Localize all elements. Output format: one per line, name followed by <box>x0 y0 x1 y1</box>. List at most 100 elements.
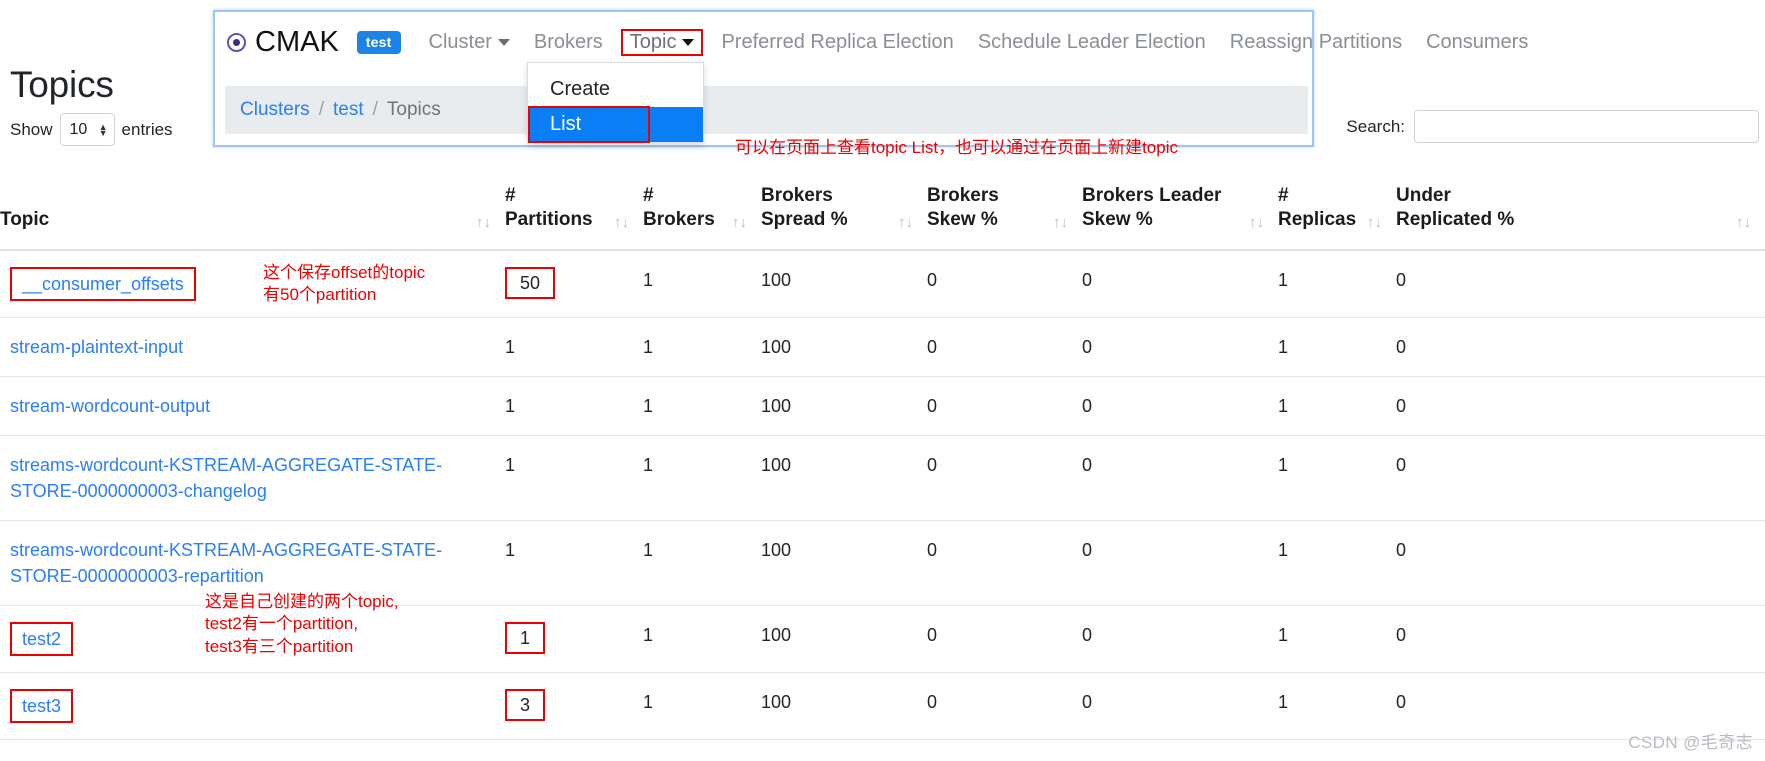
sort-icon[interactable]: ↑↓ <box>732 213 747 232</box>
sort-icon[interactable]: ↑↓ <box>1053 213 1068 232</box>
cell-partitions: 1 <box>505 376 643 436</box>
cell-brokers: 1 <box>643 672 761 741</box>
col-repl-line1: # <box>1278 185 1289 206</box>
nav-item-cluster[interactable]: Cluster <box>417 31 522 54</box>
table-row: streams-wordcount-KSTREAM-AGGREGATE-STAT… <box>0 520 1765 607</box>
cell-brokers-leader-skew: 0 <box>1082 605 1278 674</box>
breadcrumb-current: Topics <box>386 99 441 120</box>
cell-replicas: 1 <box>1278 672 1396 741</box>
col-header-topic[interactable]: Topic ↑↓ <box>0 172 505 251</box>
topic-link[interactable]: stream-wordcount-output <box>10 396 210 416</box>
breadcrumb-cluster-test[interactable]: test <box>333 99 364 121</box>
col-header-brokers-skew[interactable]: Brokers Skew % ↑↓ <box>927 172 1082 251</box>
table-row: test2 1 1 100 0 0 1 0 <box>0 605 1765 674</box>
cell-topic: stream-plaintext-input <box>0 317 505 377</box>
col-lskew-line2: Skew % <box>1082 209 1153 231</box>
table-search-control: Search: <box>1346 110 1759 143</box>
table-row: streams-wordcount-KSTREAM-AGGREGATE-STAT… <box>0 435 1765 522</box>
col-header-under-replicated[interactable]: Under Replicated % ↑↓ <box>1396 172 1765 251</box>
cell-topic: streams-wordcount-KSTREAM-AGGREGATE-STAT… <box>0 435 505 522</box>
col-spread-line1: Brokers <box>761 185 833 206</box>
col-under-line2: Replicated % <box>1396 209 1515 231</box>
cell-under-replicated: 0 <box>1396 520 1765 607</box>
dropdown-item-create[interactable]: Create <box>528 72 703 107</box>
dropdown-item-list[interactable]: List <box>528 107 703 142</box>
nav-item-reassign-partitions[interactable]: Reassign Partitions <box>1218 31 1414 54</box>
cell-brokers: 1 <box>643 520 761 607</box>
cell-under-replicated: 0 <box>1396 317 1765 377</box>
entries-label: entries <box>121 119 173 139</box>
sort-icon[interactable]: ↑↓ <box>1367 213 1382 232</box>
annotation-navbar: 可以在页面上查看topic List，也可以通过在页面上新建topic <box>735 138 1178 157</box>
cell-partitions-highlight: 1 <box>505 622 546 655</box>
topic-link[interactable]: test2 <box>10 622 74 657</box>
topic-link[interactable]: stream-plaintext-input <box>10 337 183 357</box>
col-header-brokers-leader-skew[interactable]: Brokers Leader Skew % ↑↓ <box>1082 172 1278 251</box>
cell-brokers-leader-skew: 0 <box>1082 672 1278 741</box>
navbar-items: CMAK test Cluster Brokers Topic Preferre… <box>215 12 1528 72</box>
cell-topic: __consumer_offsets <box>0 249 505 318</box>
cell-partitions: 1 <box>505 605 643 674</box>
table-row: __consumer_offsets 50 1 100 0 0 1 0 <box>0 249 1765 318</box>
cell-under-replicated: 0 <box>1396 249 1765 318</box>
cell-brokers-spread: 100 <box>761 520 927 607</box>
cell-brokers-spread: 100 <box>761 435 927 522</box>
sort-icon[interactable]: ↑↓ <box>1249 213 1264 232</box>
cell-partitions: 3 <box>505 672 643 741</box>
cluster-badge[interactable]: test <box>356 30 401 54</box>
search-input[interactable] <box>1414 110 1759 143</box>
topic-link[interactable]: streams-wordcount-KSTREAM-AGGREGATE-STAT… <box>10 540 442 586</box>
cell-brokers-leader-skew: 0 <box>1082 317 1278 377</box>
col-header-brokers[interactable]: # Brokers ↑↓ <box>643 172 761 251</box>
col-under-line1: Under <box>1396 185 1451 206</box>
page-title: Topics <box>10 64 114 105</box>
cell-under-replicated: 0 <box>1396 376 1765 436</box>
sort-icon[interactable]: ↑↓ <box>476 213 491 232</box>
breadcrumb-clusters[interactable]: Clusters <box>240 99 310 121</box>
nav-item-preferred-replica-election[interactable]: Preferred Replica Election <box>709 31 965 54</box>
col-header-replicas[interactable]: # Replicas ↑↓ <box>1278 172 1396 251</box>
sort-icon[interactable]: ↑↓ <box>614 213 629 232</box>
col-skew-line2: Skew % <box>927 209 998 231</box>
col-header-brokers-spread[interactable]: Brokers Spread % ↑↓ <box>761 172 927 251</box>
cell-brokers-leader-skew: 0 <box>1082 249 1278 318</box>
cell-partitions: 50 <box>505 249 643 318</box>
topic-link[interactable]: streams-wordcount-KSTREAM-AGGREGATE-STAT… <box>10 455 442 501</box>
cell-partitions: 1 <box>505 317 643 377</box>
table-row: test3 3 1 100 0 0 1 0 <box>0 672 1765 741</box>
cell-brokers: 1 <box>643 435 761 522</box>
cell-brokers-skew: 0 <box>927 672 1082 741</box>
brand[interactable]: CMAK <box>227 26 339 59</box>
cell-brokers-leader-skew: 0 <box>1082 520 1278 607</box>
col-skew-line1: Brokers <box>927 185 999 206</box>
cell-brokers-skew: 0 <box>927 520 1082 607</box>
topics-table-body: __consumer_offsets 50 1 100 0 0 1 0 stream-plain… <box>0 249 1765 741</box>
cell-brokers-spread: 100 <box>761 249 927 318</box>
cell-brokers-spread: 100 <box>761 376 927 436</box>
nav-item-brokers[interactable]: Brokers <box>522 31 615 54</box>
col-header-partitions[interactable]: # Partitions ↑↓ <box>505 172 643 251</box>
nav-item-consumers[interactable]: Consumers <box>1414 31 1540 54</box>
entries-select[interactable]: 10 ▲ ▼ <box>59 113 115 146</box>
cell-brokers: 1 <box>643 376 761 436</box>
cell-replicas: 1 <box>1278 520 1396 607</box>
cell-replicas: 1 <box>1278 249 1396 318</box>
sort-icon[interactable]: ↑↓ <box>1736 213 1751 232</box>
nav-item-schedule-leader-election[interactable]: Schedule Leader Election <box>966 31 1218 54</box>
table-header-row: Topic ↑↓ # Partitions ↑↓ # Brokers ↑↓ Br… <box>0 172 1765 251</box>
cell-brokers-spread: 100 <box>761 605 927 674</box>
cmak-logo-icon <box>227 32 246 52</box>
nav-item-topic[interactable]: Topic <box>620 28 704 56</box>
cell-brokers-leader-skew: 0 <box>1082 376 1278 436</box>
cell-partitions: 1 <box>505 520 643 607</box>
entries-value: 10 <box>69 120 88 138</box>
topic-link[interactable]: test3 <box>10 689 74 724</box>
sort-icon[interactable]: ↑↓ <box>898 213 913 232</box>
topic-link[interactable]: __consumer_offsets <box>10 266 196 301</box>
cell-brokers: 1 <box>643 249 761 318</box>
col-brokers-line1: # <box>643 185 654 206</box>
cell-topic: test2 <box>0 605 505 674</box>
brand-label: CMAK <box>255 25 339 58</box>
cell-replicas: 1 <box>1278 317 1396 377</box>
table-length-control: Show 10 ▲ ▼ entries <box>10 113 173 146</box>
